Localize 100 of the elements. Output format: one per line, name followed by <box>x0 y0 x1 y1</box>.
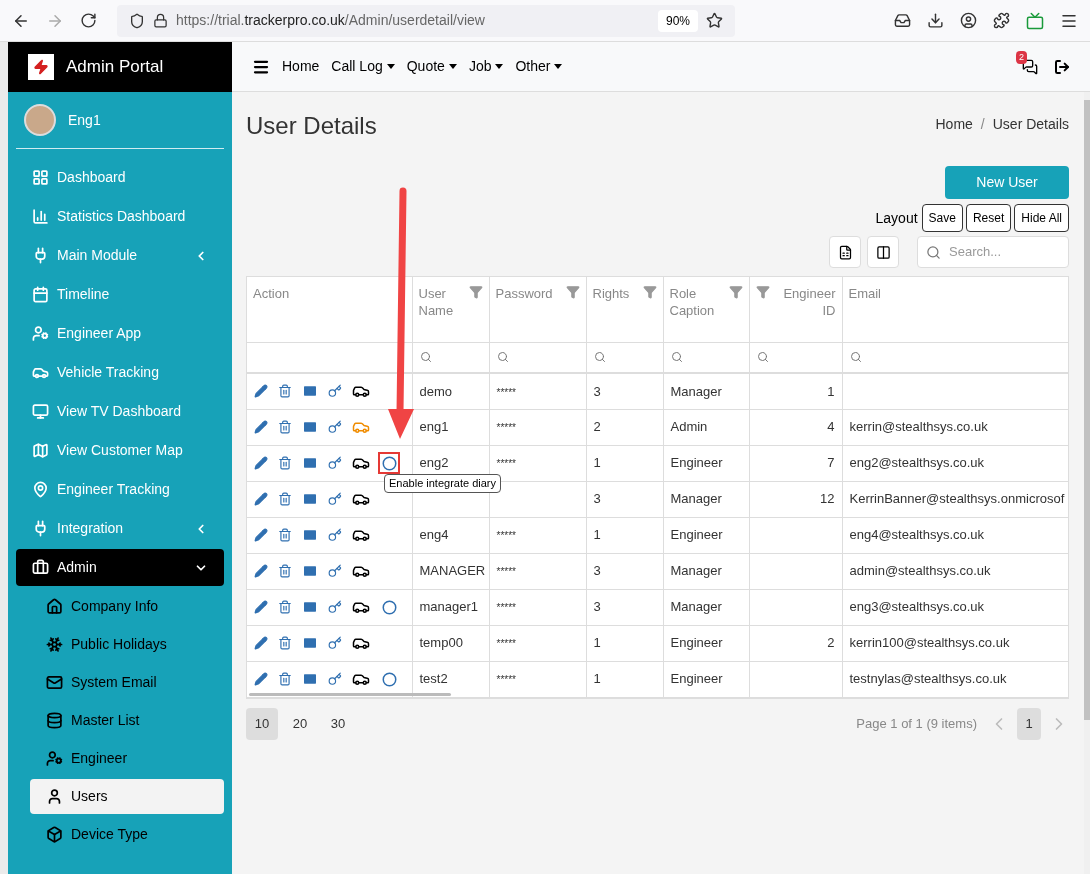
delete-icon[interactable] <box>278 564 292 578</box>
database-icon <box>46 712 63 729</box>
delete-icon[interactable] <box>278 456 292 470</box>
house-icon <box>46 598 63 615</box>
chat-icon[interactable] <box>1022 58 1038 75</box>
extension-icon[interactable] <box>1026 11 1044 30</box>
column-chooser-button[interactable] <box>867 236 899 268</box>
filter-icon[interactable] <box>755 285 770 299</box>
submenu-item[interactable]: Users <box>30 779 224 814</box>
nav-link[interactable]: Quote <box>406 56 457 77</box>
nav-link[interactable]: Other <box>515 56 563 77</box>
layout-button[interactable]: Save <box>921 204 963 232</box>
tray-icon[interactable] <box>894 12 911 29</box>
key-icon[interactable] <box>328 456 342 470</box>
zoom-level[interactable]: 90% <box>657 9 698 32</box>
monitor-icon <box>32 403 49 420</box>
sidebar-item[interactable]: Admin <box>16 549 224 586</box>
submenu-item[interactable]: System Email <box>30 665 224 700</box>
horizontal-scrollbar[interactable] <box>249 692 451 696</box>
table-cell: ***** <box>496 674 516 686</box>
search-icon[interactable] <box>593 351 606 364</box>
page-info: Page 1 of 1 (9 items) <box>856 714 977 733</box>
user-gear-icon <box>46 750 63 767</box>
edit-icon[interactable] <box>254 384 268 399</box>
columns-icon <box>875 244 891 260</box>
column-header[interactable]: Role Caption <box>669 285 725 319</box>
nav-link[interactable]: Job <box>468 56 504 77</box>
download-icon[interactable] <box>927 12 944 29</box>
page-size-option[interactable]: 30 <box>322 707 354 740</box>
avatar <box>24 104 56 136</box>
layout-button[interactable]: Reset <box>965 204 1012 232</box>
delete-icon[interactable] <box>278 492 292 506</box>
search-icon[interactable] <box>849 351 862 364</box>
column-header[interactable]: User Name <box>418 285 465 319</box>
key-icon[interactable] <box>328 420 342 434</box>
nav-link[interactable]: Home <box>282 56 320 77</box>
logout-icon[interactable] <box>1054 58 1070 75</box>
column-header[interactable]: Engineer ID <box>773 285 836 319</box>
edit-icon[interactable] <box>254 672 268 686</box>
submenu-item[interactable]: Master List <box>30 703 224 738</box>
search-icon[interactable] <box>756 351 769 364</box>
table-cell: Manager <box>670 383 722 399</box>
edit-icon[interactable] <box>254 636 268 650</box>
key-icon[interactable] <box>328 636 342 650</box>
key-icon[interactable] <box>328 564 342 578</box>
key-icon[interactable] <box>328 492 342 506</box>
lock-icon <box>153 13 168 28</box>
export-excel-button[interactable] <box>829 236 861 268</box>
filter-icon[interactable] <box>728 285 743 299</box>
key-icon[interactable] <box>328 600 342 614</box>
column-header[interactable]: Password <box>495 285 562 302</box>
submenu-item[interactable]: Device Type <box>30 817 224 852</box>
vertical-scrollbar[interactable] <box>1084 92 1090 874</box>
page-size-option[interactable]: 10 <box>246 707 278 740</box>
edit-icon[interactable] <box>254 600 268 614</box>
address-bar[interactable]: https://trial.trackerpro.co.uk/Admin/userdetail/view 90% <box>117 4 735 37</box>
bar-chart-icon <box>32 208 49 225</box>
key-icon[interactable] <box>328 384 342 399</box>
column-header[interactable]: Rights <box>592 285 639 302</box>
edit-icon[interactable] <box>254 528 268 542</box>
submenu-item[interactable]: Public Holidays <box>30 627 224 662</box>
page-size-option[interactable]: 20 <box>284 707 316 740</box>
filter-icon[interactable] <box>468 285 483 299</box>
search-icon[interactable] <box>670 351 683 364</box>
edit-icon[interactable] <box>254 492 268 506</box>
search-icon[interactable] <box>419 351 432 364</box>
table-cell: ***** <box>496 602 516 614</box>
box-icon <box>46 826 63 843</box>
submenu-item[interactable]: Engineer <box>30 741 224 776</box>
table-cell: ***** <box>496 422 516 434</box>
diary-toggle-icon[interactable] <box>381 599 397 615</box>
edit-icon[interactable] <box>254 456 268 470</box>
table-cell: test2 <box>419 671 448 687</box>
submenu-item[interactable]: Company Info <box>30 589 224 624</box>
account-icon[interactable] <box>960 12 977 29</box>
search-icon[interactable] <box>496 351 509 364</box>
table-cell: kerrin100@stealthsys.co.uk <box>849 635 1010 651</box>
bookmark-star-icon[interactable] <box>706 12 723 29</box>
delete-icon[interactable] <box>278 672 292 686</box>
filter-icon[interactable] <box>642 285 657 299</box>
edit-icon[interactable] <box>254 564 268 578</box>
delete-icon[interactable] <box>278 636 292 650</box>
delete-icon[interactable] <box>278 384 292 399</box>
delete-icon[interactable] <box>278 420 292 434</box>
reload-icon[interactable] <box>80 12 97 29</box>
nav-link[interactable]: Call Log <box>331 56 395 77</box>
edit-icon[interactable] <box>254 420 268 434</box>
key-icon[interactable] <box>328 672 342 686</box>
column-header[interactable]: Action <box>253 285 406 302</box>
column-header[interactable]: Email <box>848 285 1062 302</box>
extensions-icon[interactable] <box>993 12 1010 29</box>
breadcrumb-item[interactable]: Home <box>935 113 973 135</box>
delete-icon[interactable] <box>278 600 292 614</box>
filter-icon[interactable] <box>565 285 580 299</box>
page-number[interactable]: 1 <box>1017 707 1041 740</box>
delete-icon[interactable] <box>278 528 292 542</box>
layout-button[interactable]: Hide All <box>1014 204 1069 232</box>
key-icon[interactable] <box>328 528 342 542</box>
diary-toggle-icon[interactable] <box>381 671 397 687</box>
table-cell: eng4@stealthsys.co.uk <box>849 527 985 543</box>
